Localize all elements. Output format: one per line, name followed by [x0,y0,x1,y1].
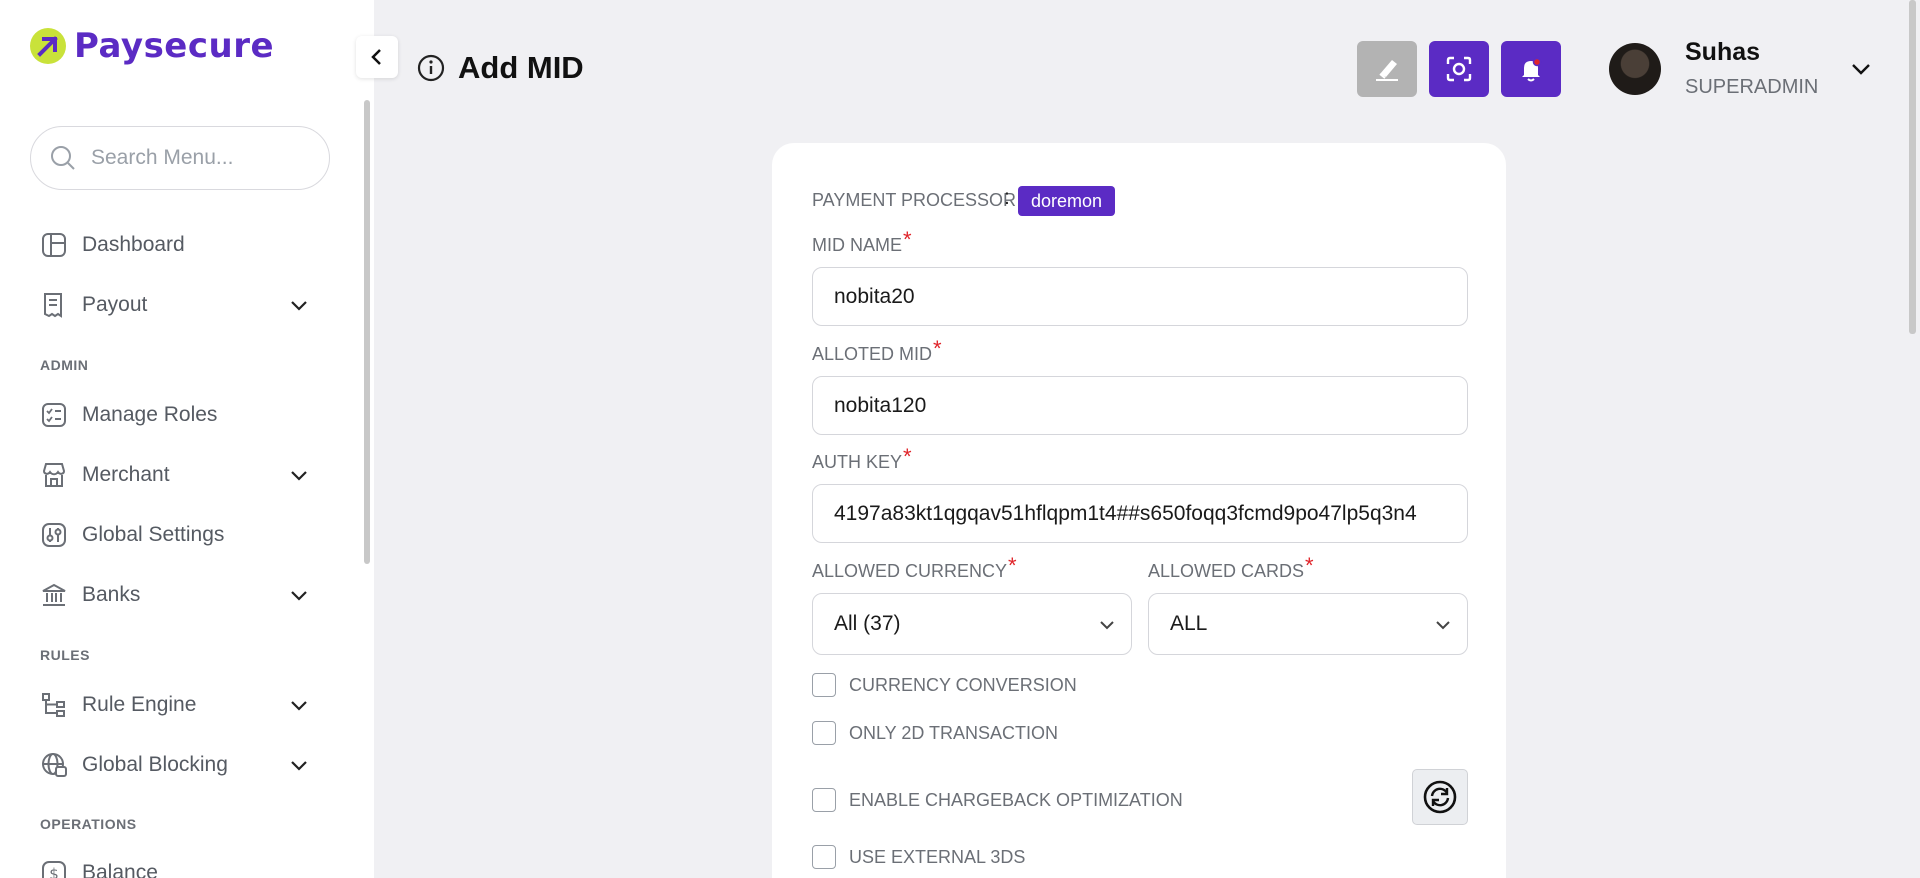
chevron-left-icon [371,49,381,65]
currency-conversion-option[interactable]: CURRENCY CONVERSION [812,673,1077,697]
sidebar-item-label: Balance [82,861,158,878]
user-name: Suhas [1685,38,1761,66]
brand-logo[interactable]: Paysecure [30,26,274,66]
allowed-currency-select[interactable]: All (37) [812,593,1132,655]
allowed-currency-value: All (37) [834,612,901,635]
sidebar-scrollbar[interactable] [364,100,370,564]
alloted-mid-label: ALLOTED MID* [812,336,942,364]
notifications-button[interactable] [1501,41,1561,97]
sidebar-item-banks[interactable]: Banks [40,575,310,615]
globe-block-icon [42,753,67,777]
chevron-down-icon [1436,621,1450,630]
sidebar-item-dashboard[interactable]: Dashboard [40,225,310,265]
avatar[interactable] [1609,43,1661,95]
sidebar-item-label: Manage Roles [82,403,218,426]
bank-icon [42,583,66,606]
eraser-icon [1376,60,1398,81]
page-title: Add MID [458,50,584,85]
allowed-cards-value: ALL [1170,612,1208,635]
only-2d-transaction-option[interactable]: ONLY 2D TRANSACTION [812,721,1058,745]
only-2d-transaction-checkbox[interactable] [812,721,836,745]
chevron-down-icon[interactable] [1848,56,1874,82]
search-icon [51,146,75,170]
chargeback-optimization-option[interactable]: ENABLE CHARGEBACK OPTIMIZATION [812,788,1183,812]
sidebar-item-label: Rule Engine [82,693,197,716]
allowed-currency-label: ALLOWED CURRENCY* [812,553,1017,581]
checkbox-label: ONLY 2D TRANSACTION [849,722,1059,743]
chevron-down-icon[interactable] [288,584,310,606]
sidebar-item-label: Payout [82,293,148,316]
checklist-icon [42,403,66,427]
sidebar-item-label: Dashboard [82,233,185,256]
auth-key-input[interactable] [834,501,1446,526]
mid-name-input[interactable] [834,284,1446,309]
chevron-down-icon[interactable] [288,754,310,776]
refresh-icon [1423,780,1457,814]
add-mid-form: PAYMENT PROCESSOR : doremon MID NAME* AL… [772,143,1506,878]
use-external-3ds-option[interactable]: USE EXTERNAL 3DS [812,845,1025,869]
allowed-cards-select[interactable]: ALL [1148,593,1468,655]
page-scrollbar[interactable] [1909,0,1916,334]
refresh-button[interactable] [1412,769,1468,825]
logo-mark-icon [30,28,66,64]
alloted-mid-field[interactable] [812,376,1468,435]
processor-label: PAYMENT PROCESSOR [812,190,1017,210]
sidebar-item-merchant[interactable]: Merchant [40,455,310,495]
chevron-down-icon[interactable] [288,294,310,316]
page-header: Add MID [416,50,584,86]
use-external-3ds-checkbox[interactable] [812,845,836,869]
mid-name-label: MID NAME* [812,227,912,255]
bell-icon [1522,57,1542,82]
chargeback-optimization-checkbox[interactable] [812,788,836,812]
receipt-icon [44,293,62,318]
clear-button[interactable] [1357,41,1417,97]
sidebar: Paysecure Dashboard Payout ADMIN Manage … [0,0,374,878]
chevron-down-icon[interactable] [288,464,310,486]
sidebar-collapse-button[interactable] [356,36,398,78]
auth-key-field[interactable] [812,484,1468,543]
checkbox-label: ENABLE CHARGEBACK OPTIMIZATION [849,789,1183,810]
sidebar-item-label: Merchant [82,463,170,486]
currency-conversion-checkbox[interactable] [812,673,836,697]
info-icon[interactable] [416,53,446,83]
allowed-cards-label: ALLOWED CARDS* [1148,553,1314,581]
alloted-mid-input[interactable] [834,393,1446,418]
sidebar-item-label: Banks [82,583,141,606]
dashboard-icon [42,233,66,257]
sidebar-item-rule-engine[interactable]: Rule Engine [40,685,310,725]
sidebar-item-global-settings[interactable]: Global Settings [40,515,310,555]
dollar-icon: $ [42,861,66,878]
sidebar-item-manage-roles[interactable]: Manage Roles [40,395,310,435]
checkbox-label: CURRENCY CONVERSION [849,674,1077,695]
sidebar-item-global-blocking[interactable]: Global Blocking [40,745,310,785]
mid-name-field[interactable] [812,267,1468,326]
sidebar-section-admin: ADMIN [40,357,89,373]
chevron-down-icon [1100,621,1114,630]
sidebar-item-label: Global Settings [82,523,225,546]
menu-search-input[interactable] [91,146,311,170]
scan-focus-icon [1446,56,1472,82]
settings-sliders-icon [42,523,66,547]
brand-name: Paysecure [74,26,275,66]
menu-search[interactable] [30,126,330,190]
sidebar-section-operations: OPERATIONS [40,816,137,832]
auth-key-label: AUTH KEY* [812,444,912,472]
svg-text:$: $ [49,865,59,878]
checkbox-label: USE EXTERNAL 3DS [849,846,1026,867]
hierarchy-icon [42,693,65,717]
chevron-down-icon[interactable] [288,694,310,716]
screenshot-button[interactable] [1429,41,1489,97]
processor-separator: : [1004,186,1010,209]
sidebar-item-balance[interactable]: $ Balance [40,853,310,878]
sidebar-item-label: Global Blocking [82,753,228,776]
processor-badge: doremon [1018,186,1116,216]
store-icon [42,463,66,487]
user-role: SUPERADMIN [1685,76,1819,98]
sidebar-section-rules: RULES [40,647,90,663]
sidebar-item-payout[interactable]: Payout [40,285,310,325]
